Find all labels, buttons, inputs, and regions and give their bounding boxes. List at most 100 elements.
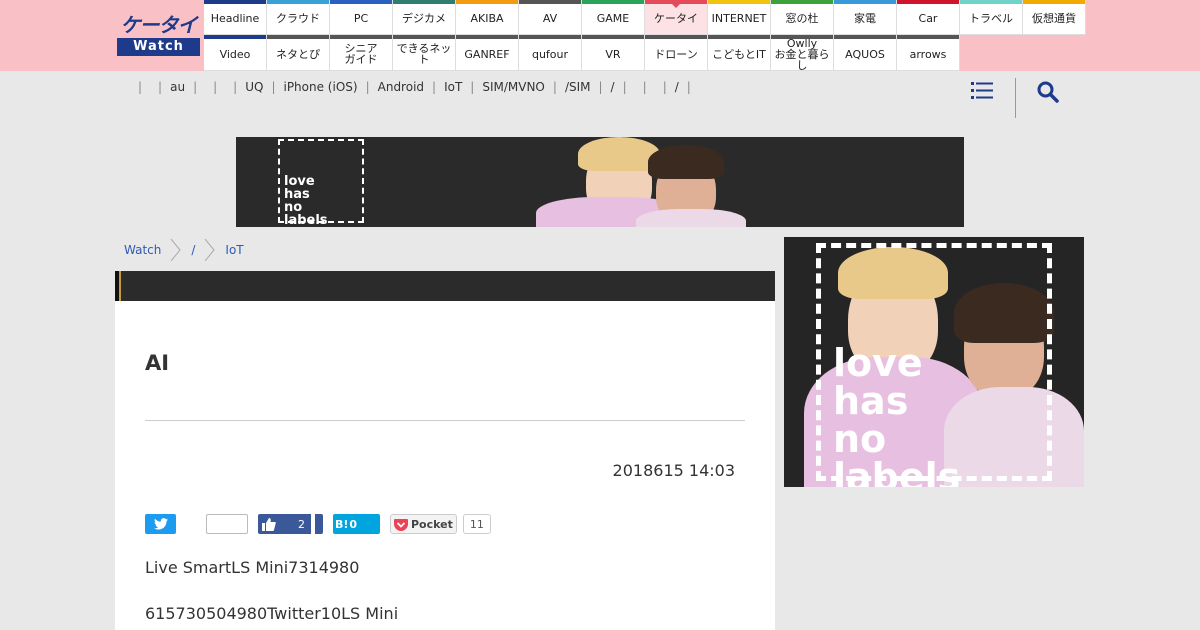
nav-color-bar [519,35,581,39]
nav-color-bar [456,0,518,4]
nav-item-label: Car [918,12,938,25]
nav-bottom-item[interactable]: Owlly お金と暮らし [771,35,834,71]
nav-top-item[interactable]: INTERNET [708,0,771,35]
nav-item-label: Headline [210,12,260,25]
line-share-count[interactable] [206,514,248,534]
header-divider [1015,78,1016,118]
nav-item-label: シニア ガイド [344,42,378,66]
nav-item-label: 仮想通貨 [1032,12,1076,25]
subnav-item[interactable]: /SIM [565,80,591,94]
top-banner-ad[interactable]: love has no labels [236,137,964,227]
breadcrumb-item-watch[interactable]: Watch [124,243,161,257]
nav-color-bar [393,0,455,4]
subnav-item[interactable]: au [170,80,185,94]
nav-top-item[interactable]: デジカメ [393,0,456,35]
facebook-like-count: 2 [298,517,305,531]
nav-top-item[interactable]: トラベル [960,0,1023,35]
subnav-separator: | [470,80,475,94]
facebook-button-end[interactable] [315,514,323,534]
search-icon[interactable] [1036,80,1060,104]
nav-color-bar [204,35,266,39]
logo-top-text: ケータイ [120,13,198,37]
pocket-count: 11 [462,514,491,534]
nav-color-bar [771,0,833,4]
subnav-separator: | [686,80,691,94]
nav-color-bar [456,35,518,39]
nav-color-bar [267,0,329,4]
facebook-like-button[interactable]: 2 [258,514,311,534]
nav-bottom-item[interactable]: ドローン [645,35,708,71]
subnav-item[interactable]: iPhone (iOS) [283,80,357,94]
nav-top-item[interactable]: 窓の杜 [771,0,834,35]
site-logo[interactable]: ケータイ Watch [117,12,200,56]
nav-top-item[interactable]: Car [897,0,960,35]
nav-bottom-item[interactable]: VR [582,35,645,71]
subnav-separator: | [213,80,218,94]
nav-color-bar [1023,0,1085,4]
nav-color-bar [897,35,959,39]
nav-bottom-item[interactable]: arrows [897,35,960,71]
nav-item-label: GAME [596,12,630,25]
nav-bottom-item[interactable]: できるネット [393,35,456,71]
nav-color-bar [519,0,581,4]
article-title: AI [145,351,170,375]
site-nav-bottom: Video ネタとぴ シニア ガイド できるネット GANREF qufour VR ドローン… [204,35,1086,71]
nav-color-bar [582,35,644,39]
nav-top-item[interactable]: GAME [582,0,645,35]
nav-top-item[interactable]: Headline [204,0,267,35]
nav-bottom-item[interactable]: AQUOS [834,35,897,71]
subnav-separator: | [138,80,143,94]
side-banner-ad[interactable]: love has no labels [784,237,1084,487]
nav-top-item[interactable]: AKIBA [456,0,519,35]
pocket-save-button[interactable]: Pocket [390,514,457,534]
subnav-separator: | [432,80,437,94]
nav-top-item[interactable]: AV [519,0,582,35]
subnav-item[interactable]: SIM/MVNO [482,80,545,94]
subnav-item[interactable]: Android [378,80,424,94]
nav-top-item[interactable]: 家電 [834,0,897,35]
pocket-icon [394,518,408,531]
twitter-share-button[interactable] [145,514,176,534]
breadcrumb-item-iot[interactable]: IoT [225,243,243,257]
subnav-separator: | [271,80,276,94]
subnav-separator: | [598,80,603,94]
nav-top-item[interactable]: ケータイ [645,0,708,35]
nav-bottom-item[interactable]: GANREF [456,35,519,71]
social-share-bar: 2 B! 0 Pocket 11 [145,514,491,534]
subnav-item[interactable]: IoT [444,80,462,94]
nav-bottom-item[interactable]: Video [204,35,267,71]
ad-child-hair-2 [648,145,724,179]
nav-bottom-item[interactable]: シニア ガイド [330,35,393,71]
category-subnav: | | au | | | UQ | iPhone (iOS) | Android | IoT | SIM/M… [130,78,699,96]
nav-item-label: AQUOS [845,47,885,61]
nav-item-label: クラウド [276,12,320,25]
pocket-label: Pocket [411,517,453,531]
hatena-count: 0 [349,517,358,531]
menu-icon[interactable] [969,78,995,104]
nav-item-label: Video [219,47,251,61]
thumbs-up-icon [262,517,276,531]
nav-item-label: 窓の杜 [785,12,819,25]
nav-item-label: PC [353,12,369,25]
ad-logo-box: love has no labels [278,139,364,227]
article-header-bar [115,271,775,301]
breadcrumb-item-mid[interactable]: / [191,243,195,257]
subnav-item[interactable]: UQ [245,80,263,94]
nav-top-item[interactable]: PC [330,0,393,35]
twitter-icon [153,518,168,530]
logo-bottom-text: Watch [117,38,200,56]
ad-logo-box: love has no labels [816,243,1052,487]
nav-bottom-item[interactable]: qufour [519,35,582,71]
article-divider [145,420,745,421]
article-body: AI 2018615 14:03 2 B! 0 Pocket 11 Live S… [115,301,775,630]
article-paragraph: 615730504980Twitter10LS Mini [145,604,399,623]
nav-top-item[interactable]: 仮想通貨 [1023,0,1086,35]
nav-bottom-item[interactable]: ネタとぴ [267,35,330,71]
ad-child-body-2 [636,209,746,227]
nav-color-bar [330,35,392,39]
nav-top-item[interactable]: クラウド [267,0,330,35]
subnav-separator: | [662,80,667,94]
hatena-bookmark-button[interactable]: B! 0 [333,514,380,534]
nav-color-bar [645,35,707,39]
nav-bottom-item[interactable]: こどもとIT [708,35,771,71]
